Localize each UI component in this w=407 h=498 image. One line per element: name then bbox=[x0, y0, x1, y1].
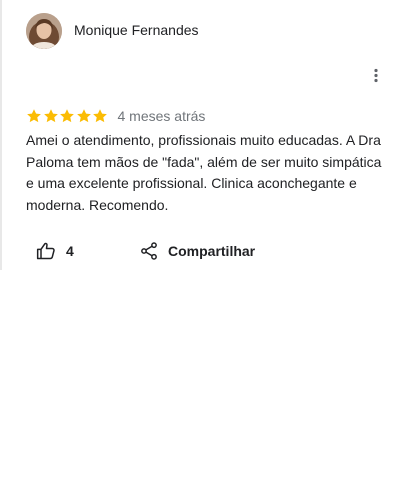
share-label: Compartilhar bbox=[168, 243, 256, 259]
star-icon bbox=[60, 109, 74, 123]
avatar[interactable] bbox=[26, 13, 62, 49]
more-options-button[interactable] bbox=[364, 64, 388, 88]
star-icon bbox=[43, 109, 58, 123]
share-icon bbox=[141, 242, 157, 260]
star-icon bbox=[93, 109, 107, 123]
rating-row: 4 meses atrás bbox=[26, 107, 205, 125]
like-count: 4 bbox=[66, 243, 74, 259]
review-text: Amei o atendimento, profissionais muito … bbox=[26, 132, 382, 213]
like-button[interactable]: 4 bbox=[36, 240, 74, 262]
reviewer-name[interactable]: Monique Fernandes bbox=[74, 22, 199, 38]
review-date: 4 meses atrás bbox=[117, 108, 206, 124]
star-rating bbox=[26, 108, 109, 124]
thumb-up-icon bbox=[36, 242, 55, 260]
review-card: Monique Fernandes 4 meses atrás Amei o a… bbox=[0, 0, 407, 270]
share-button[interactable]: Compartilhar bbox=[139, 240, 255, 262]
star-icon bbox=[27, 109, 41, 123]
more-vert-icon bbox=[374, 68, 378, 83]
star-icon bbox=[76, 109, 91, 123]
avatar-image bbox=[26, 13, 62, 49]
